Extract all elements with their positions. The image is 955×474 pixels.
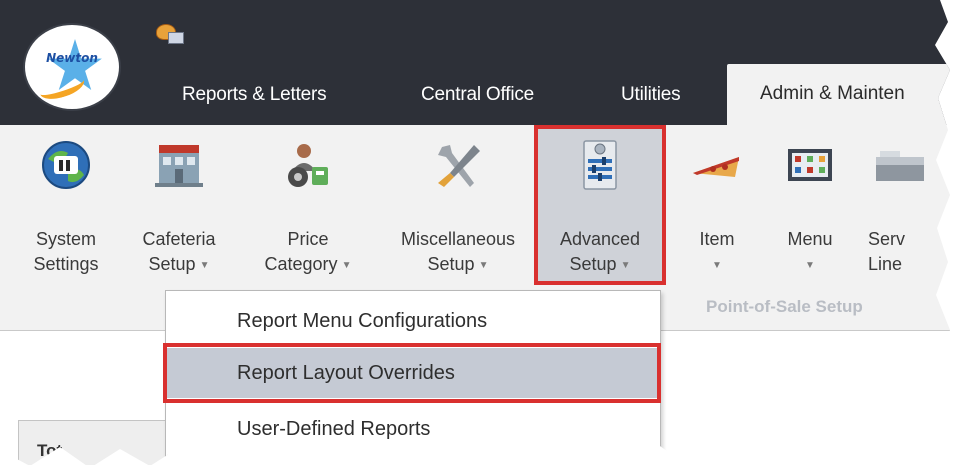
tab-admin-maintenance[interactable]: Admin & Mainten [727,64,950,125]
sliders-icon [583,140,617,190]
menu-board-icon [788,149,832,181]
advanced-setup-button[interactable]: Advanced Setup ▼ [538,125,662,285]
item-label: Item ▼ [682,227,752,278]
chevron-down-icon: ▼ [341,259,352,271]
pizza-icon [693,157,739,177]
price-category-icon [288,144,328,187]
ribbon-group-label: Point-of-Sale Setup [706,297,863,316]
serving-line-icon [876,151,924,181]
menu-button[interactable]: Menu ▼ [770,125,850,285]
serving-line-button[interactable]: Serv Line [858,125,928,285]
chevron-down-icon: ▼ [805,259,815,271]
tab-admin-maintenance-label: Admin & Mainten [760,83,905,104]
globe-icon [42,141,90,189]
item-button[interactable]: Item ▼ [682,125,752,285]
cafeteria-icon [155,145,203,187]
menu-item-report-menu-configurations[interactable]: Report Menu Configurations [166,296,660,346]
totals-panel: Tot [18,420,168,469]
tab-reports-letters[interactable]: Reports & Letters [182,78,327,112]
logo-text: Newton [46,51,98,65]
price-category-label: Price Category ▼ [248,227,368,278]
system-settings-button[interactable]: System Settings [20,125,112,285]
menu-label: Menu ▼ [770,227,850,278]
menu-item-user-defined-reports[interactable]: User-Defined Reports [166,404,660,454]
chevron-down-icon: ▼ [620,259,631,271]
screenshot-frame: Newton Reports & Letters Central Office … [0,0,950,469]
title-bar: Newton Reports & Letters Central Office … [0,0,950,125]
tab-utilities[interactable]: Utilities [621,78,681,112]
cafeteria-setup-label: Cafeteria Setup ▼ [125,227,233,278]
cafeteria-setup-button[interactable]: Cafeteria Setup ▼ [125,125,233,285]
advanced-setup-dropdown: Report Menu Configurations Report Layout… [165,290,661,469]
app-logo[interactable]: Newton [25,25,119,109]
logo-swoosh-icon [37,70,87,104]
price-category-button[interactable]: Price Category ▼ [248,125,368,285]
system-settings-label: System Settings [33,229,99,274]
chevron-down-icon: ▼ [712,259,722,271]
menu-item-report-layout-overrides[interactable]: Report Layout Overrides [166,348,660,398]
chevron-down-icon: ▼ [199,259,210,271]
serving-line-label: Serv Line [868,229,906,274]
quick-access-icon[interactable] [156,24,186,46]
tools-icon [438,145,480,187]
miscellaneous-setup-button[interactable]: Miscellaneous Setup ▼ [388,125,528,285]
totals-panel-header: Tot [19,421,167,465]
advanced-setup-label: Advanced Setup ▼ [538,227,662,278]
miscellaneous-setup-label: Miscellaneous Setup ▼ [388,227,528,278]
tab-central-office[interactable]: Central Office [421,78,534,112]
chevron-down-icon: ▼ [478,259,489,271]
